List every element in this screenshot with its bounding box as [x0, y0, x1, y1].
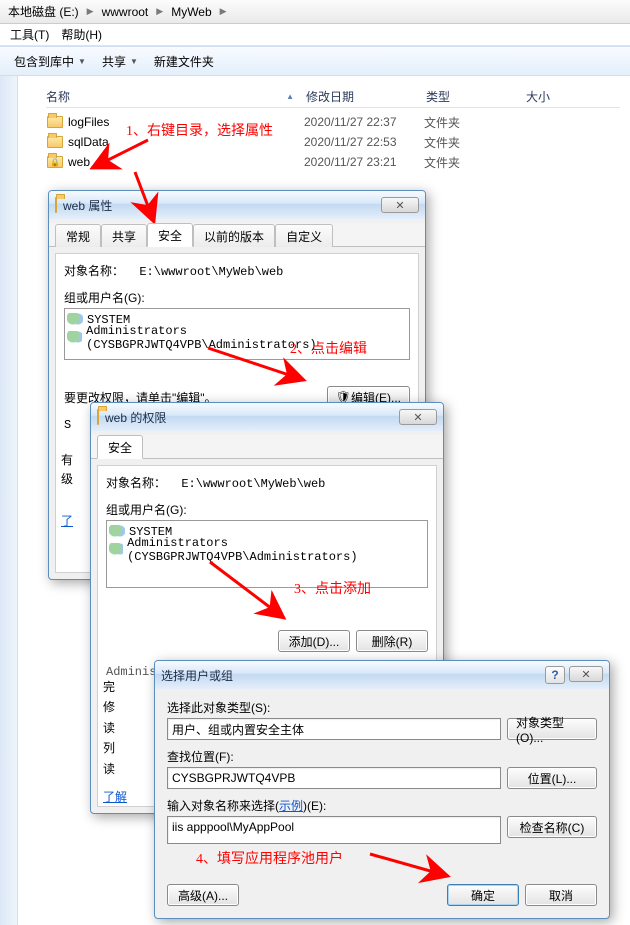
- user-group-icon: [109, 543, 123, 557]
- link-learn[interactable]: 了解: [103, 788, 127, 805]
- file-name: sqlData: [68, 135, 304, 149]
- dialog-titlebar[interactable]: web 的权限 ✕: [91, 403, 443, 431]
- chevron-right-icon: ▶: [216, 6, 231, 17]
- tool-include[interactable]: 包含到库中▼: [6, 51, 94, 72]
- tab-share[interactable]: 共享: [101, 224, 147, 247]
- file-name: logFiles: [68, 115, 304, 129]
- col-name[interactable]: 名称▲: [46, 88, 306, 105]
- location-button[interactable]: 位置(L)...: [507, 767, 597, 789]
- object-type-button[interactable]: 对象类型(O)...: [507, 718, 597, 740]
- folder-icon: [46, 133, 64, 151]
- folder-icon: [97, 410, 99, 424]
- dialog-titlebar[interactable]: 选择用户或组 ? ✕: [155, 661, 609, 689]
- file-name: web: [68, 155, 304, 169]
- user-group-icon: [109, 525, 125, 539]
- fragment: 有: [61, 451, 73, 470]
- user-row[interactable]: Administrators (CYSBGPRJWTQ4VPB\Administ…: [67, 329, 407, 347]
- breadcrumb-seg2[interactable]: MyWeb: [167, 5, 215, 19]
- tab-custom[interactable]: 自定义: [275, 224, 333, 247]
- breadcrumb-seg1[interactable]: wwwroot: [98, 5, 153, 19]
- ok-button[interactable]: 确定: [447, 884, 519, 906]
- dialog-title-text: web 的权限: [105, 409, 166, 426]
- dialog-title-text: 选择用户或组: [161, 667, 233, 684]
- tool-new-folder[interactable]: 新建文件夹: [146, 51, 222, 72]
- add-button[interactable]: 添加(D)...: [278, 630, 350, 652]
- fragment: 读: [103, 759, 115, 779]
- tab-security[interactable]: 安全: [147, 223, 193, 247]
- menu-help[interactable]: 帮助(H): [55, 26, 108, 43]
- tab-security[interactable]: 安全: [97, 435, 143, 459]
- folder-icon: [46, 113, 64, 131]
- enter-name-label: 输入对象名称来选择(示例)(E):: [167, 797, 597, 814]
- group-users-label: 组或用户名(G):: [64, 289, 410, 306]
- col-type[interactable]: 类型: [426, 88, 526, 105]
- location-label: 查找位置(F):: [167, 748, 597, 765]
- col-size[interactable]: 大小: [526, 88, 586, 105]
- dialog-body: 选择此对象类型(S): 用户、组或内置安全主体 对象类型(O)... 查找位置(…: [155, 689, 609, 918]
- folder-icon: 🔒: [46, 153, 64, 171]
- object-name-input[interactable]: iis apppool\MyAppPool: [167, 816, 501, 844]
- tab-previous[interactable]: 以前的版本: [193, 224, 275, 247]
- dialog-titlebar[interactable]: web 属性 ✕: [49, 191, 425, 219]
- file-type: 文件夹: [424, 114, 524, 131]
- column-headers: 名称▲ 修改日期 类型 大小: [46, 86, 620, 108]
- advanced-button[interactable]: 高级(A)...: [167, 884, 239, 906]
- object-name-label: 对象名称：: [106, 474, 166, 491]
- nav-pane: [0, 76, 18, 925]
- tab-general[interactable]: 常规: [55, 224, 101, 247]
- user-group-icon: [67, 313, 83, 327]
- lock-icon: 🔒: [50, 158, 60, 167]
- user-row[interactable]: Administrators (CYSBGPRJWTQ4VPB\Administ…: [109, 541, 425, 559]
- group-users-label: 组或用户名(G):: [106, 501, 428, 518]
- example-link[interactable]: 示例: [279, 799, 303, 813]
- link-learn[interactable]: 了: [61, 512, 73, 529]
- remove-button[interactable]: 删除(R): [356, 630, 428, 652]
- close-button[interactable]: ✕: [569, 666, 603, 682]
- location-field: CYSBGPRJWTQ4VPB: [167, 767, 501, 789]
- explorer-toolbar: 包含到库中▼ 共享▼ 新建文件夹: [0, 46, 630, 76]
- sort-asc-icon: ▲: [286, 92, 294, 101]
- chevron-right-icon: ▶: [152, 6, 167, 17]
- file-date: 2020/11/27 23:21: [304, 155, 424, 169]
- file-date: 2020/11/27 22:53: [304, 135, 424, 149]
- fragment: 列: [103, 738, 115, 758]
- menu-bar: 工具(T) 帮助(H): [0, 24, 630, 46]
- tab-strip: 常规 共享 安全 以前的版本 自定义: [49, 223, 425, 247]
- object-name-label: 对象名称：: [64, 262, 124, 279]
- close-button[interactable]: ✕: [399, 409, 437, 425]
- tab-strip: 安全: [91, 435, 443, 459]
- chevron-down-icon: ▼: [130, 57, 138, 66]
- user-group-icon: [67, 331, 82, 345]
- dialog-select-user: 选择用户或组 ? ✕ 选择此对象类型(S): 用户、组或内置安全主体 对象类型(…: [154, 660, 610, 919]
- object-type-field: 用户、组或内置安全主体: [167, 718, 501, 740]
- file-type: 文件夹: [424, 134, 524, 151]
- file-row[interactable]: sqlData 2020/11/27 22:53 文件夹: [46, 132, 620, 152]
- help-button[interactable]: ?: [545, 666, 565, 684]
- file-date: 2020/11/27 22:37: [304, 115, 424, 129]
- menu-tools[interactable]: 工具(T): [4, 26, 55, 43]
- chevron-right-icon: ▶: [83, 6, 98, 17]
- fragment: 完: [103, 677, 115, 697]
- breadcrumb-drive[interactable]: 本地磁盘 (E:): [4, 3, 83, 20]
- col-date[interactable]: 修改日期: [306, 88, 426, 105]
- file-row[interactable]: 🔒 web 2020/11/27 23:21 文件夹: [46, 152, 620, 172]
- fragment: 级: [61, 470, 73, 489]
- cancel-button[interactable]: 取消: [525, 884, 597, 906]
- dialog-title-text: web 属性: [63, 197, 112, 214]
- tool-share[interactable]: 共享▼: [94, 51, 146, 72]
- user-list[interactable]: SYSTEM Administrators (CYSBGPRJWTQ4VPB\A…: [106, 520, 428, 588]
- file-type: 文件夹: [424, 154, 524, 171]
- user-list[interactable]: SYSTEM Administrators (CYSBGPRJWTQ4VPB\A…: [64, 308, 410, 360]
- check-names-button[interactable]: 检查名称(C): [507, 816, 597, 838]
- close-button[interactable]: ✕: [381, 197, 419, 213]
- fragment: 修: [103, 697, 115, 717]
- file-list: logFiles 2020/11/27 22:37 文件夹 sqlData 20…: [46, 112, 620, 172]
- file-row[interactable]: logFiles 2020/11/27 22:37 文件夹: [46, 112, 620, 132]
- address-bar[interactable]: 本地磁盘 (E:) ▶ wwwroot ▶ MyWeb ▶: [0, 0, 630, 24]
- folder-icon: [55, 198, 57, 212]
- object-name-value: E:\wwwroot\MyWeb\web: [139, 265, 283, 279]
- object-name-value: E:\wwwroot\MyWeb\web: [181, 477, 325, 491]
- chevron-down-icon: ▼: [78, 57, 86, 66]
- fragment: 读: [103, 718, 115, 738]
